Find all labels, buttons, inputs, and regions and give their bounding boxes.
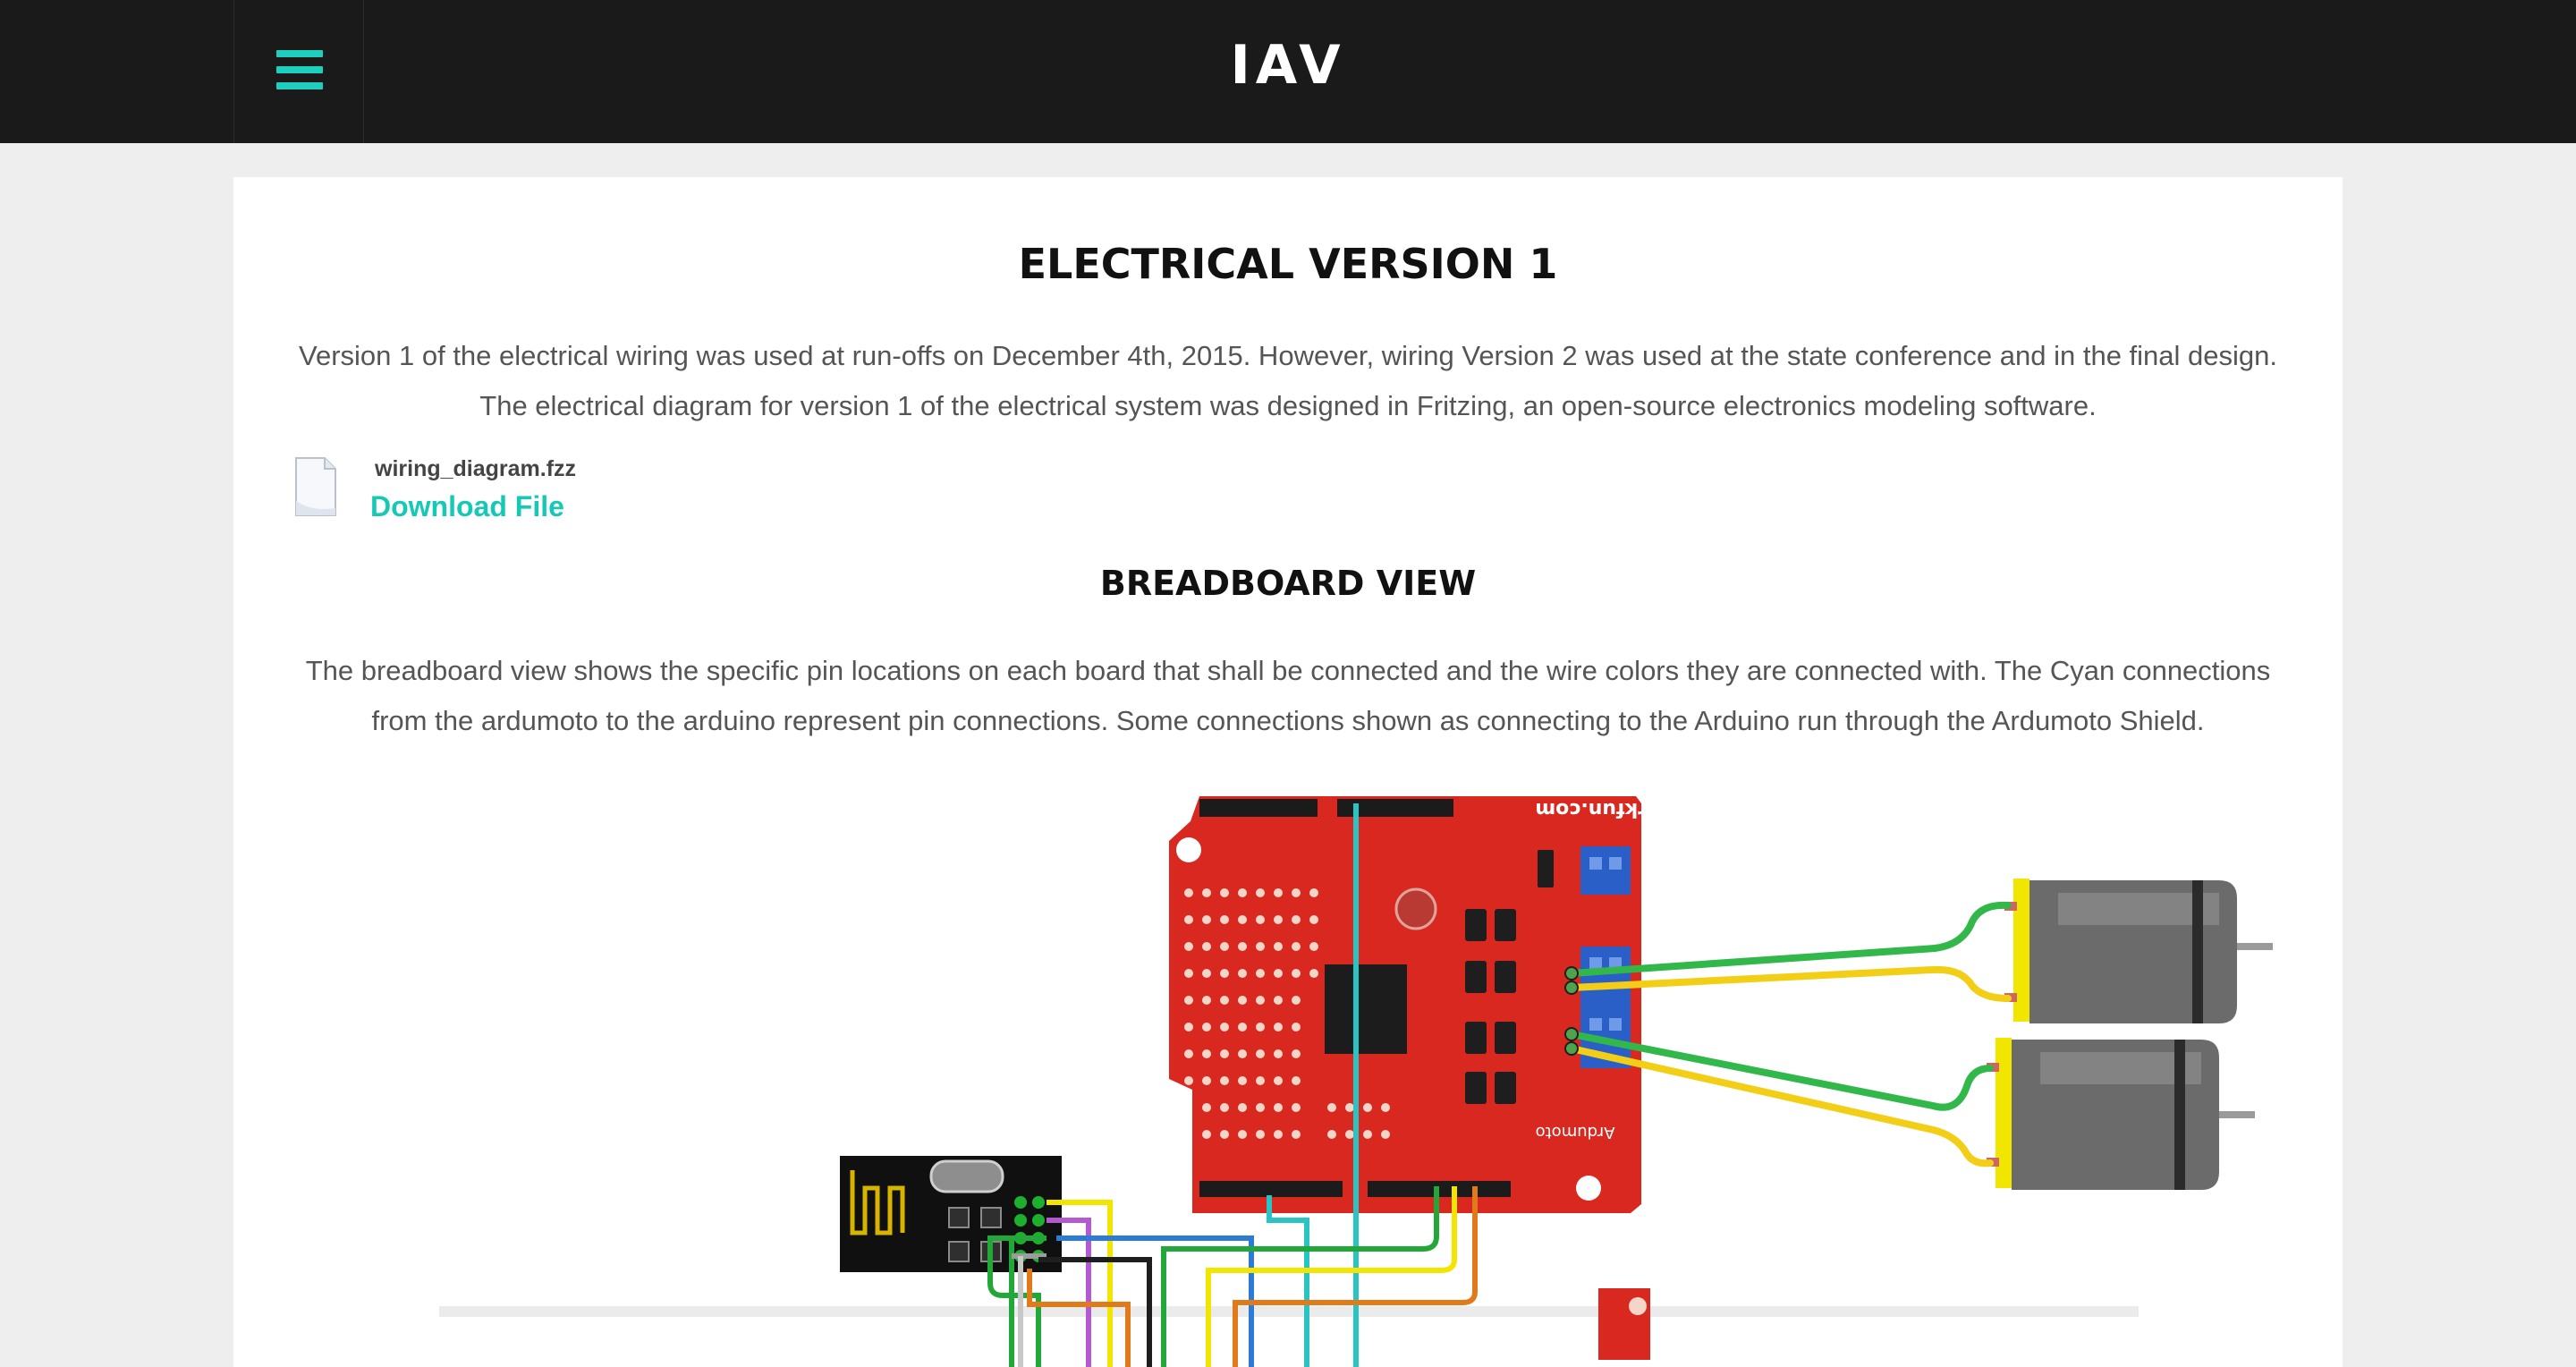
breadboard-wiring-diagram: sparkfun.com Ardumoto bbox=[439, 796, 2273, 1367]
brand-label: sparkfun.com bbox=[1535, 798, 1687, 820]
dc-motor-top bbox=[2004, 879, 2273, 1023]
ardumoto-shield-board: sparkfun.com Ardumoto bbox=[1169, 796, 1687, 1213]
site-title[interactable]: IAV bbox=[0, 34, 2576, 97]
board-name-label: Ardumoto bbox=[1536, 1123, 1615, 1142]
top-navigation-bar: IAV bbox=[0, 0, 2576, 143]
sensor-breakout-board bbox=[1598, 1288, 1650, 1360]
dc-motor-bottom bbox=[1987, 1038, 2255, 1190]
content-card: ELECTRICAL VERSION 1 Version 1 of the el… bbox=[233, 177, 2343, 1367]
